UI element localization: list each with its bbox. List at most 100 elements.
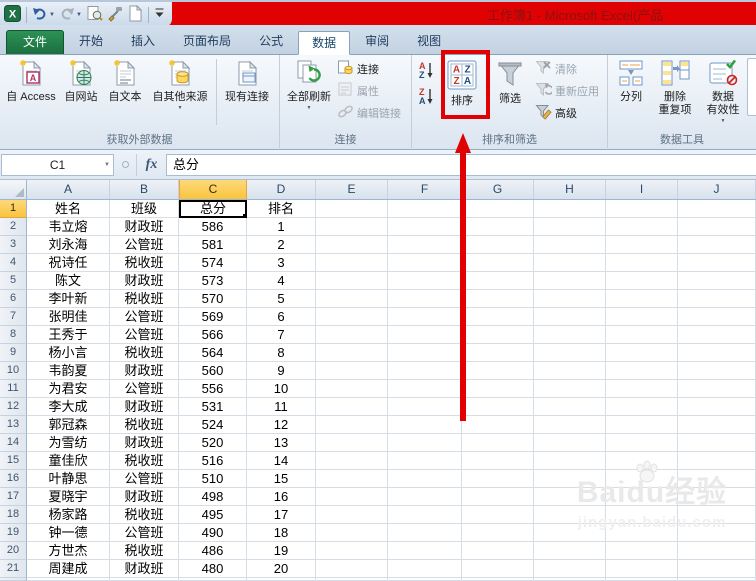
row-header-10[interactable]: 10 (0, 362, 27, 380)
row-header-5[interactable]: 5 (0, 272, 27, 290)
cell-G19[interactable] (462, 524, 534, 542)
cell-J8[interactable] (678, 326, 756, 344)
cell-H5[interactable] (534, 272, 606, 290)
cell-J6[interactable] (678, 290, 756, 308)
cell-A14[interactable]: 为雪纺 (27, 434, 110, 452)
row-header-11[interactable]: 11 (0, 380, 27, 398)
cell-I6[interactable] (606, 290, 678, 308)
new-document-button[interactable] (127, 4, 144, 25)
redo-button[interactable]: ▼ (58, 5, 83, 25)
cell-H7[interactable] (534, 308, 606, 326)
cell-J17[interactable] (678, 488, 756, 506)
cell-E20[interactable] (316, 542, 388, 560)
数据有效性-button[interactable]: 数据 有效性 ▼ (699, 57, 747, 131)
sort-ascending-button[interactable]: AZ (415, 60, 437, 82)
row-header-8[interactable]: 8 (0, 326, 27, 344)
cell-G9[interactable] (462, 344, 534, 362)
自网站-button[interactable]: 自网站 (59, 57, 103, 131)
cell-C15[interactable]: 516 (179, 452, 247, 470)
cell-G10[interactable] (462, 362, 534, 380)
column-header-G[interactable]: G (462, 180, 534, 199)
cell-D12[interactable]: 11 (247, 398, 316, 416)
cell-D21[interactable]: 20 (247, 560, 316, 578)
自其他来源-button[interactable]: 自其他来源 ▼ (147, 57, 213, 131)
cell-I9[interactable] (606, 344, 678, 362)
cell-H2[interactable] (534, 218, 606, 236)
cell-I7[interactable] (606, 308, 678, 326)
cell-F5[interactable] (388, 272, 462, 290)
cell-H20[interactable] (534, 542, 606, 560)
cell-B18[interactable]: 税收班 (110, 506, 179, 524)
cell-F16[interactable] (388, 470, 462, 488)
cell-I15[interactable] (606, 452, 678, 470)
cell-H10[interactable] (534, 362, 606, 380)
cell-E6[interactable] (316, 290, 388, 308)
cell-C20[interactable]: 486 (179, 542, 247, 560)
cell-H16[interactable] (534, 470, 606, 488)
row-header-1[interactable]: 1 (0, 200, 27, 218)
cell-D2[interactable]: 1 (247, 218, 316, 236)
cell-A20[interactable]: 方世杰 (27, 542, 110, 560)
cell-H8[interactable] (534, 326, 606, 344)
cell-A12[interactable]: 李大成 (27, 398, 110, 416)
全部刷新-button[interactable]: 全部刷新 ▼ (283, 57, 335, 131)
cell-F17[interactable] (388, 488, 462, 506)
cell-G3[interactable] (462, 236, 534, 254)
cell-I12[interactable] (606, 398, 678, 416)
cell-G5[interactable] (462, 272, 534, 290)
分列-button[interactable]: 分列 (611, 57, 651, 131)
dropdown-arrow-icon[interactable]: ▼ (76, 12, 82, 18)
tab-审阅[interactable]: 审阅 (352, 30, 402, 54)
column-header-F[interactable]: F (388, 180, 462, 199)
cell-J19[interactable] (678, 524, 756, 542)
cell-E8[interactable] (316, 326, 388, 344)
cell-E1[interactable] (316, 200, 388, 218)
cell-I10[interactable] (606, 362, 678, 380)
column-header-E[interactable]: E (316, 180, 388, 199)
cell-C12[interactable]: 531 (179, 398, 247, 416)
cell-D7[interactable]: 6 (247, 308, 316, 326)
cell-F14[interactable] (388, 434, 462, 452)
cell-G6[interactable] (462, 290, 534, 308)
cell-G8[interactable] (462, 326, 534, 344)
cell-E15[interactable] (316, 452, 388, 470)
cell-G21[interactable] (462, 560, 534, 578)
row-header-17[interactable]: 17 (0, 488, 27, 506)
cell-G18[interactable] (462, 506, 534, 524)
row-header-20[interactable]: 20 (0, 542, 27, 560)
column-header-J[interactable]: J (678, 180, 756, 199)
cell-E16[interactable] (316, 470, 388, 488)
cell-H12[interactable] (534, 398, 606, 416)
cell-I1[interactable] (606, 200, 678, 218)
cell-G4[interactable] (462, 254, 534, 272)
cell-A6[interactable]: 李叶新 (27, 290, 110, 308)
cell-I19[interactable] (606, 524, 678, 542)
cell-B5[interactable]: 财政班 (110, 272, 179, 290)
cell-I13[interactable] (606, 416, 678, 434)
cell-H11[interactable] (534, 380, 606, 398)
cell-J13[interactable] (678, 416, 756, 434)
cell-H17[interactable] (534, 488, 606, 506)
cell-G16[interactable] (462, 470, 534, 488)
row-header-16[interactable]: 16 (0, 470, 27, 488)
cell-H15[interactable] (534, 452, 606, 470)
cell-C9[interactable]: 564 (179, 344, 247, 362)
cell-I14[interactable] (606, 434, 678, 452)
cell-B1[interactable]: 班级 (110, 200, 179, 218)
cell-A18[interactable]: 杨家路 (27, 506, 110, 524)
cell-A7[interactable]: 张明佳 (27, 308, 110, 326)
cell-H3[interactable] (534, 236, 606, 254)
cell-J21[interactable] (678, 560, 756, 578)
cell-D16[interactable]: 15 (247, 470, 316, 488)
cell-C21[interactable]: 480 (179, 560, 247, 578)
cell-H18[interactable] (534, 506, 606, 524)
dropdown-arrow-icon[interactable]: ▼ (307, 105, 312, 111)
cell-J10[interactable] (678, 362, 756, 380)
cell-E13[interactable] (316, 416, 388, 434)
cell-B4[interactable]: 税收班 (110, 254, 179, 272)
cell-E11[interactable] (316, 380, 388, 398)
row-header-3[interactable]: 3 (0, 236, 27, 254)
cell-F6[interactable] (388, 290, 462, 308)
cell-G14[interactable] (462, 434, 534, 452)
cell-D5[interactable]: 4 (247, 272, 316, 290)
